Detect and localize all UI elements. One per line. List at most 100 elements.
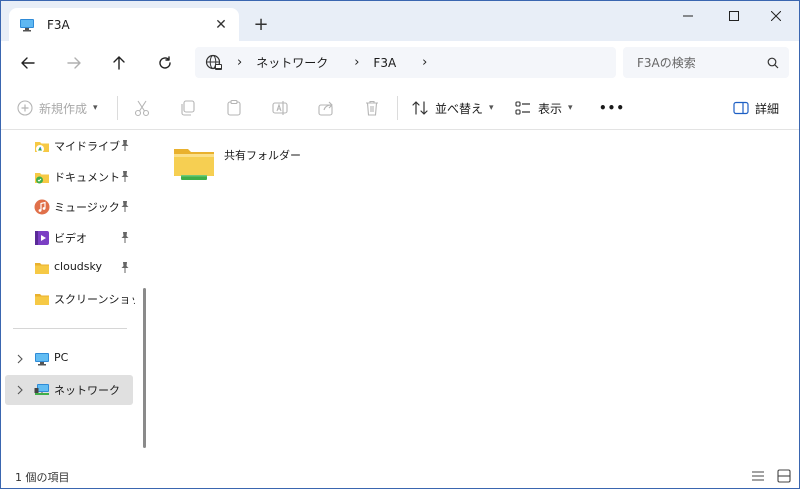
pin-icon[interactable] [119, 261, 131, 275]
sidebar-item-network[interactable]: ネットワーク [5, 375, 133, 405]
search-box[interactable]: F3Aの検索 [623, 47, 789, 78]
clipboard-icon [227, 99, 241, 116]
sidebar-item-pc[interactable]: PC [5, 344, 133, 374]
breadcrumb-network[interactable]: ネットワーク [256, 54, 328, 71]
view-button[interactable]: 表示 ▾ [514, 86, 573, 130]
close-window-button[interactable] [753, 1, 799, 31]
chevron-right-icon[interactable] [15, 353, 25, 365]
pin-icon[interactable] [119, 231, 131, 245]
tab-f3a[interactable]: F3A ✕ [9, 8, 239, 41]
chevron-down-icon: ▾ [489, 103, 494, 113]
sidebar-item-label: ミュージック [54, 201, 120, 214]
pin-icon[interactable] [119, 170, 131, 184]
breadcrumb-f3a[interactable]: F3A [373, 56, 396, 70]
breadcrumb-separator: › [237, 55, 243, 70]
up-button[interactable] [104, 49, 134, 77]
sidebar-item-cloudsky[interactable]: cloudsky [5, 253, 133, 283]
network-icon [34, 384, 49, 395]
details-view-icon[interactable] [750, 468, 766, 484]
maximize-button[interactable] [711, 1, 757, 31]
chevron-down-icon: ▾ [93, 103, 98, 113]
title-bar: F3A ✕ + [1, 1, 799, 41]
sort-button[interactable]: 並べ替え ▾ [411, 86, 494, 130]
refresh-icon [159, 56, 171, 69]
chevron-right-icon[interactable] [15, 384, 25, 396]
paste-button[interactable] [225, 86, 243, 130]
scissors-icon [134, 100, 150, 117]
arrow-right-icon [67, 57, 81, 69]
sidebar-item-videos[interactable]: ビデオ [5, 223, 133, 253]
refresh-button[interactable] [150, 49, 180, 77]
cut-button[interactable] [133, 86, 151, 130]
sidebar-item-documents[interactable]: ドキュメント [5, 162, 133, 192]
sidebar-item-music[interactable]: ミュージック [5, 192, 133, 222]
sidebar-divider [13, 328, 127, 329]
documents-folder-icon [35, 173, 49, 184]
video-icon [35, 231, 49, 245]
address-bar[interactable]: › ネットワーク › F3A › [195, 47, 616, 78]
pc-icon [35, 353, 49, 366]
monitor-icon [20, 18, 34, 31]
arrow-left-icon [21, 57, 35, 69]
share-icon [318, 101, 333, 116]
sort-button-label: 並べ替え [435, 101, 484, 116]
sort-icon [412, 101, 428, 115]
delete-button[interactable] [363, 86, 381, 130]
maximize-icon [729, 11, 739, 21]
music-icon [34, 199, 50, 215]
more-options-button[interactable]: ••• [599, 86, 625, 130]
details-pane-icon [733, 101, 749, 115]
large-icons-view-icon[interactable] [776, 468, 792, 484]
new-tab-button[interactable]: + [249, 13, 273, 35]
sidebar-item-label: ネットワーク [54, 384, 120, 397]
file-explorer-window: F3A ✕ + › ネットワーク › F3A › F3Aの検索 新規作成 ▾ 並… [0, 0, 800, 489]
toolbar-divider [397, 96, 398, 120]
breadcrumb-separator[interactable]: › [422, 55, 427, 70]
new-button-label: 新規作成 [39, 101, 88, 116]
details-button[interactable]: 詳細 [733, 86, 779, 130]
command-bar: 新規作成 ▾ 並べ替え ▾ 表示 ▾ ••• 詳細 [1, 86, 799, 130]
plus-circle-icon [17, 100, 33, 116]
navigation-bar: › ネットワーク › F3A › F3Aの検索 [1, 41, 799, 86]
sidebar-scrollbar-thumb[interactable] [143, 288, 146, 448]
sidebar-item-label: マイドライブ [54, 140, 120, 153]
search-input[interactable]: F3Aの検索 [637, 54, 767, 71]
sidebar-item-screenshots[interactable]: スクリーンショット [5, 284, 152, 314]
file-item-name: 共有フォルダー [224, 149, 301, 162]
copy-icon [181, 100, 195, 116]
google-drive-folder-icon [35, 142, 49, 153]
copy-button[interactable] [179, 86, 197, 130]
toolbar-divider [117, 96, 118, 120]
file-item-shared-folder[interactable]: 共有フォルダー [172, 143, 372, 185]
sidebar-item-label: ドキュメント [54, 171, 120, 184]
pin-icon[interactable] [119, 200, 131, 214]
details-button-label: 詳細 [755, 101, 780, 116]
sidebar-item-label: ビデオ [54, 232, 87, 245]
globe-icon [205, 54, 222, 70]
close-icon [771, 11, 781, 21]
navigation-pane: マイドライブ ドキュメント ミュージック ビデオ cloudsky スクリーンシ… [1, 131, 152, 464]
new-button[interactable]: 新規作成 ▾ [17, 86, 98, 130]
search-icon [767, 57, 779, 68]
sidebar-item-label: cloudsky [54, 260, 103, 273]
minimize-button[interactable] [665, 1, 711, 31]
status-bar: 1 個の項目 [1, 464, 799, 488]
item-count: 1 個の項目 [15, 471, 70, 484]
forward-button[interactable] [59, 49, 89, 77]
trash-icon [366, 100, 378, 116]
share-button[interactable] [317, 86, 335, 130]
rename-button[interactable] [271, 86, 289, 130]
sidebar-item-my-drive[interactable]: マイドライブ [5, 131, 133, 161]
folder-icon [35, 263, 49, 274]
tab-close-button[interactable]: ✕ [213, 17, 229, 33]
breadcrumb-separator: › [354, 55, 360, 70]
pin-icon[interactable] [119, 139, 131, 153]
folder-icon [35, 294, 49, 305]
back-button[interactable] [13, 49, 43, 77]
rename-icon [272, 101, 288, 115]
view-list-icon [515, 101, 530, 115]
arrow-up-icon [113, 56, 125, 70]
tab-title: F3A [47, 17, 70, 32]
chevron-down-icon: ▾ [568, 103, 573, 113]
file-list-pane: 共有フォルダー [152, 131, 799, 464]
